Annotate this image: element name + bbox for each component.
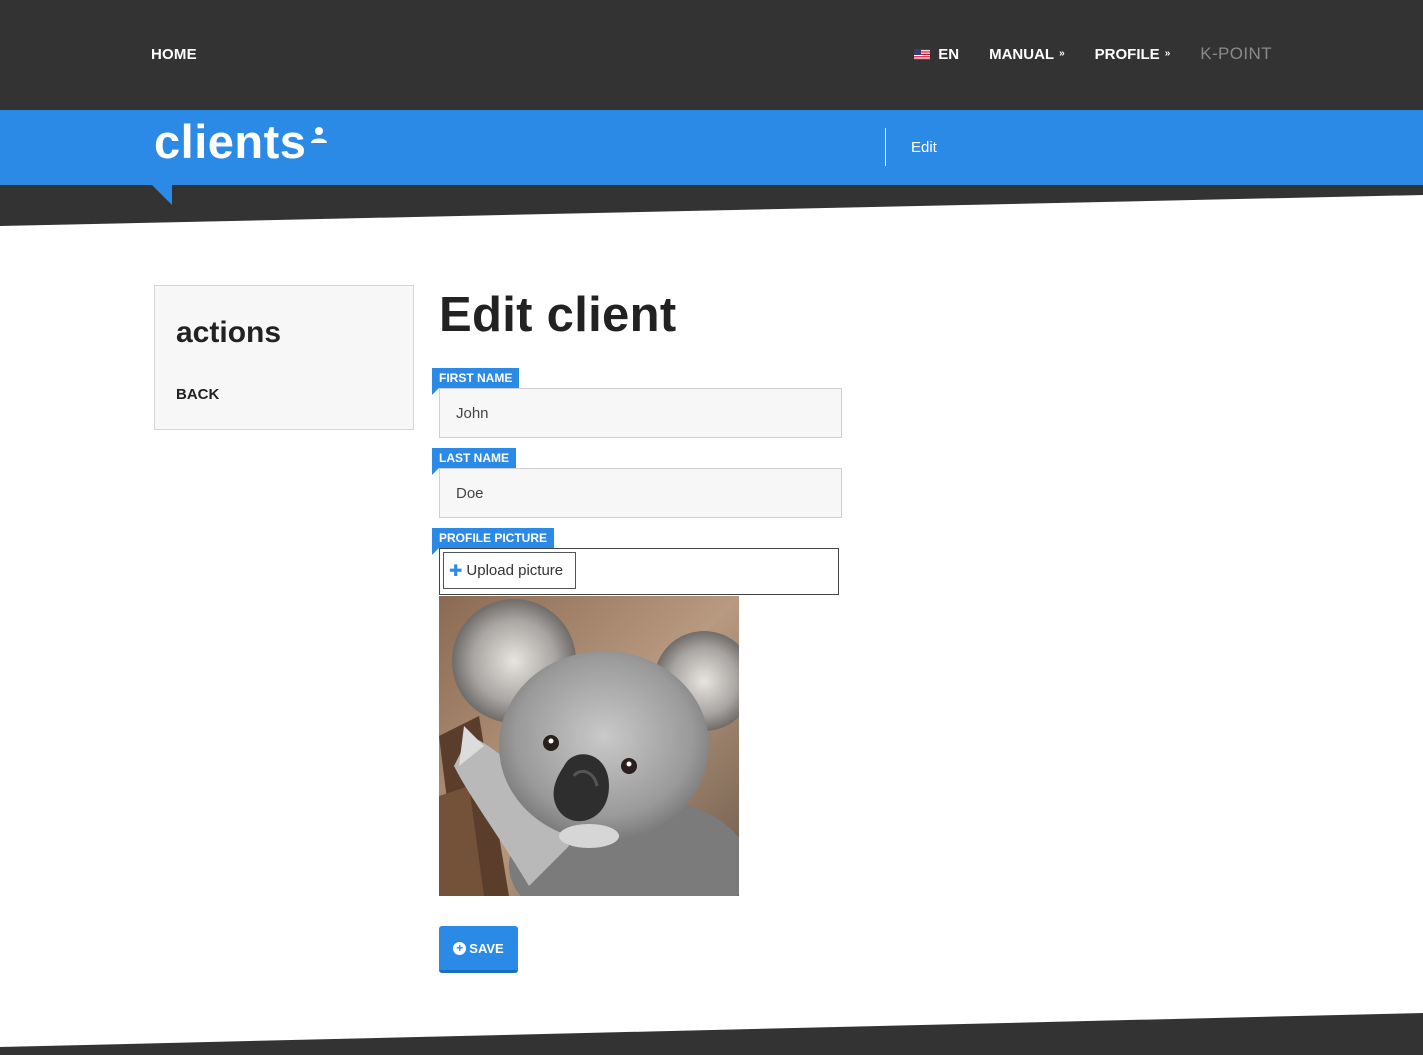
last-name-field-wrapper	[439, 468, 842, 518]
nav-manual-label: MANUAL	[989, 45, 1055, 63]
save-button[interactable]: + SAVE	[439, 926, 518, 973]
user-icon	[311, 127, 327, 143]
us-flag-icon	[914, 48, 931, 60]
actions-panel: actions BACK	[154, 285, 414, 430]
nav-profile-label: PROFILE	[1094, 45, 1160, 63]
profile-picture-image	[439, 596, 739, 896]
upload-picture-button[interactable]: ✚ Upload picture	[443, 552, 576, 589]
last-name-input[interactable]	[440, 469, 841, 517]
upload-picture-label: Upload picture	[466, 562, 564, 579]
page-section-title: clients	[154, 115, 307, 168]
slanted-divider-bottom	[0, 1013, 1423, 1055]
breadcrumb: Edit	[911, 139, 937, 156]
slanted-divider-top	[0, 185, 1423, 226]
nav-home-link[interactable]: HOME	[151, 46, 197, 63]
double-chevron-down-icon: »	[1164, 48, 1171, 59]
nav-profile-menu[interactable]: PROFILE »	[1095, 46, 1171, 63]
plus-icon: ✚	[449, 562, 463, 580]
page-title: Edit client	[439, 288, 677, 342]
profile-picture-label: PROFILE PICTURE	[432, 528, 555, 555]
nav-right-group: EN MANUAL » PROFILE » K-POINT	[914, 44, 1272, 64]
first-name-label: FIRST NAME	[432, 368, 520, 395]
top-navbar: HOME EN MANUAL » PROFILE » K-POINT	[0, 0, 1423, 110]
actions-title: actions	[176, 316, 282, 349]
first-name-input[interactable]	[440, 389, 841, 437]
brand-link[interactable]: K-POINT	[1200, 44, 1272, 64]
double-chevron-down-icon: »	[1059, 48, 1065, 59]
save-button-label: SAVE	[469, 940, 504, 956]
header-divider	[885, 128, 886, 166]
back-link[interactable]: BACK	[176, 386, 219, 403]
language-selector[interactable]: EN	[914, 46, 959, 63]
last-name-label: LAST NAME	[432, 448, 516, 475]
first-name-field-wrapper	[439, 388, 842, 438]
plus-circle-icon: +	[453, 941, 467, 955]
nav-manual-menu[interactable]: MANUAL »	[989, 46, 1065, 63]
language-label: EN	[938, 45, 960, 63]
upload-area: ✚ Upload picture	[439, 548, 839, 595]
